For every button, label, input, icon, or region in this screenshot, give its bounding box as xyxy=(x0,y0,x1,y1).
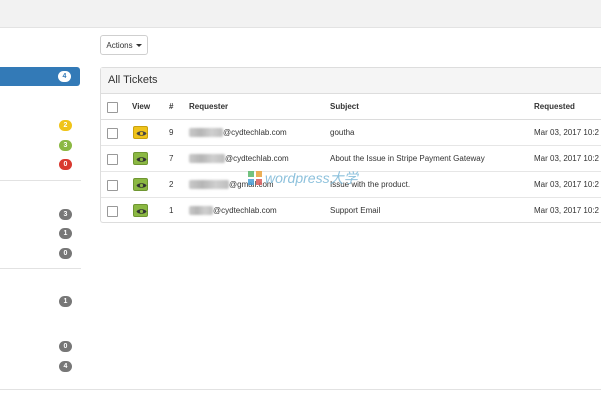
table-header-row: View # Requester Subject Requested xyxy=(101,94,601,120)
sidebar-divider xyxy=(0,180,81,181)
row-checkbox[interactable] xyxy=(107,206,118,217)
ticket-requester[interactable]: @cydtechlab.com xyxy=(189,198,277,224)
ticket-subject[interactable]: goutha xyxy=(330,120,354,146)
sidebar: 4 2 3 0 3 1 0 1 0 4 xyxy=(0,28,81,400)
eye-icon[interactable] xyxy=(133,152,148,165)
actions-label: Actions xyxy=(106,40,133,50)
select-all-checkbox[interactable] xyxy=(107,102,118,113)
redacted-email xyxy=(189,154,225,164)
ticket-requester[interactable]: @cydtechlab.com xyxy=(189,120,287,146)
watermark-text: wordpress大学 xyxy=(265,170,358,186)
ticket-subject[interactable]: Support Email xyxy=(330,198,380,224)
redacted-email xyxy=(189,128,223,138)
wordpress-logo-icon xyxy=(248,171,262,185)
ticket-requested: Mar 03, 2017 10:2 xyxy=(534,180,599,189)
sidebar-badge-yellow: 2 xyxy=(59,120,72,131)
watermark: wordpress大学 xyxy=(248,168,358,188)
sidebar-badge-red: 0 xyxy=(59,159,72,170)
column-header-number: # xyxy=(169,102,174,111)
column-header-requester[interactable]: Requester xyxy=(189,94,228,120)
sidebar-badge-gray-1: 3 xyxy=(59,209,72,220)
actions-dropdown-button[interactable]: Actions xyxy=(100,35,148,55)
sidebar-badge-green: 3 xyxy=(59,140,72,151)
tickets-panel: All Tickets View # Requester Subject Req… xyxy=(100,67,601,223)
column-header-subject[interactable]: Subject xyxy=(330,94,359,120)
ticket-number: 1 xyxy=(169,206,174,215)
sidebar-badge-gray-3: 0 xyxy=(59,248,72,259)
ticket-requested: Mar 03, 2017 10:2 xyxy=(534,206,599,215)
column-header-view: View xyxy=(132,102,151,111)
table-row[interactable]: 1 @cydtechlab.com Support Email Mar 03, … xyxy=(101,198,601,224)
redacted-email xyxy=(189,206,213,216)
sidebar-badge-gray-4: 1 xyxy=(59,296,72,307)
row-checkbox[interactable] xyxy=(107,128,118,139)
caret-down-icon xyxy=(135,43,142,47)
table-row[interactable]: 9 @cydtechlab.com goutha Mar 03, 2017 10… xyxy=(101,120,601,146)
ticket-requested: Mar 03, 2017 10:2 xyxy=(534,128,599,137)
eye-icon[interactable] xyxy=(133,204,148,217)
sidebar-badge-gray-5: 0 xyxy=(59,341,72,352)
ticket-number: 2 xyxy=(169,180,174,189)
sidebar-badge-gray-2: 1 xyxy=(59,228,72,239)
redacted-email xyxy=(189,180,229,190)
row-checkbox[interactable] xyxy=(107,180,118,191)
sidebar-badge-inbox: 4 xyxy=(58,71,71,82)
row-checkbox[interactable] xyxy=(107,154,118,165)
sidebar-divider xyxy=(0,268,81,269)
top-bar xyxy=(0,0,601,28)
column-header-requested[interactable]: Requested xyxy=(534,94,575,120)
ticket-number: 9 xyxy=(169,128,174,137)
sidebar-badge-gray-6: 4 xyxy=(59,361,72,372)
eye-icon[interactable] xyxy=(133,126,148,139)
panel-title: All Tickets xyxy=(101,68,601,94)
bottom-divider xyxy=(0,389,601,390)
eye-icon[interactable] xyxy=(133,178,148,191)
ticket-requested: Mar 03, 2017 10:2 xyxy=(534,154,599,163)
ticket-number: 7 xyxy=(169,154,174,163)
